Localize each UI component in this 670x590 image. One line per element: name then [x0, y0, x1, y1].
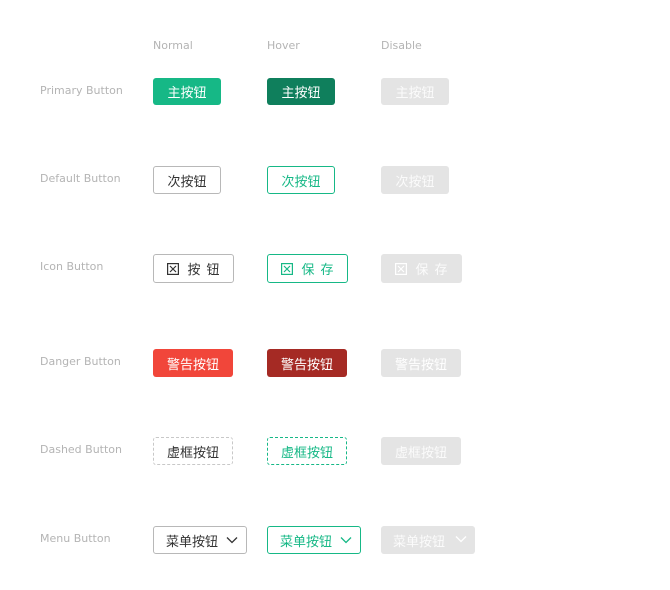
row-label-dashed: Dashed Button — [40, 443, 123, 456]
icon-button-label: 保存 — [415, 263, 454, 278]
close-box-icon — [395, 262, 408, 275]
danger-button-hover[interactable]: 警告按钮 — [267, 349, 347, 377]
default-button-disabled: 次按钮 — [381, 166, 449, 194]
danger-button-normal[interactable]: 警告按钮 — [153, 349, 233, 377]
column-header-hover: Hover — [267, 39, 300, 52]
chevron-down-icon — [340, 537, 352, 544]
primary-button-disabled: 主按钮 — [381, 78, 449, 105]
danger-button-disabled: 警告按钮 — [381, 349, 461, 377]
icon-button-normal[interactable]: 按钮 — [153, 254, 234, 283]
close-box-icon — [281, 262, 294, 275]
dashed-button-normal[interactable]: 虚框按钮 — [153, 437, 233, 465]
menu-button-normal[interactable]: 菜单按钮 — [153, 526, 247, 554]
row-label-default: Default Button — [40, 172, 121, 185]
primary-button-hover[interactable]: 主按钮 — [267, 78, 335, 105]
primary-button-normal[interactable]: 主按钮 — [153, 78, 221, 105]
menu-button-label: 菜单按钮 — [166, 534, 219, 550]
icon-button-label: 按钮 — [187, 263, 226, 278]
row-label-menu: Menu Button — [40, 532, 111, 545]
dashed-button-hover[interactable]: 虚框按钮 — [267, 437, 347, 465]
menu-button-label: 菜单按钮 — [393, 534, 446, 550]
menu-button-label: 菜单按钮 — [280, 534, 333, 550]
column-header-disable: Disable — [381, 39, 422, 52]
column-header-normal: Normal — [153, 39, 193, 52]
menu-button-disabled: 菜单按钮 — [381, 526, 475, 554]
dashed-button-disabled: 虚框按钮 — [381, 437, 461, 465]
icon-button-hover[interactable]: 保存 — [267, 254, 348, 283]
chevron-down-icon — [226, 537, 238, 544]
default-button-normal[interactable]: 次按钮 — [153, 166, 221, 194]
menu-button-hover[interactable]: 菜单按钮 — [267, 526, 361, 554]
close-box-icon — [167, 262, 180, 275]
row-label-icon: Icon Button — [40, 260, 104, 273]
icon-button-label: 保存 — [301, 263, 340, 278]
row-label-primary: Primary Button — [40, 84, 123, 97]
chevron-down-icon — [455, 536, 467, 543]
icon-button-disabled: 保存 — [381, 254, 462, 283]
row-label-danger: Danger Button — [40, 355, 121, 368]
default-button-hover[interactable]: 次按钮 — [267, 166, 335, 194]
